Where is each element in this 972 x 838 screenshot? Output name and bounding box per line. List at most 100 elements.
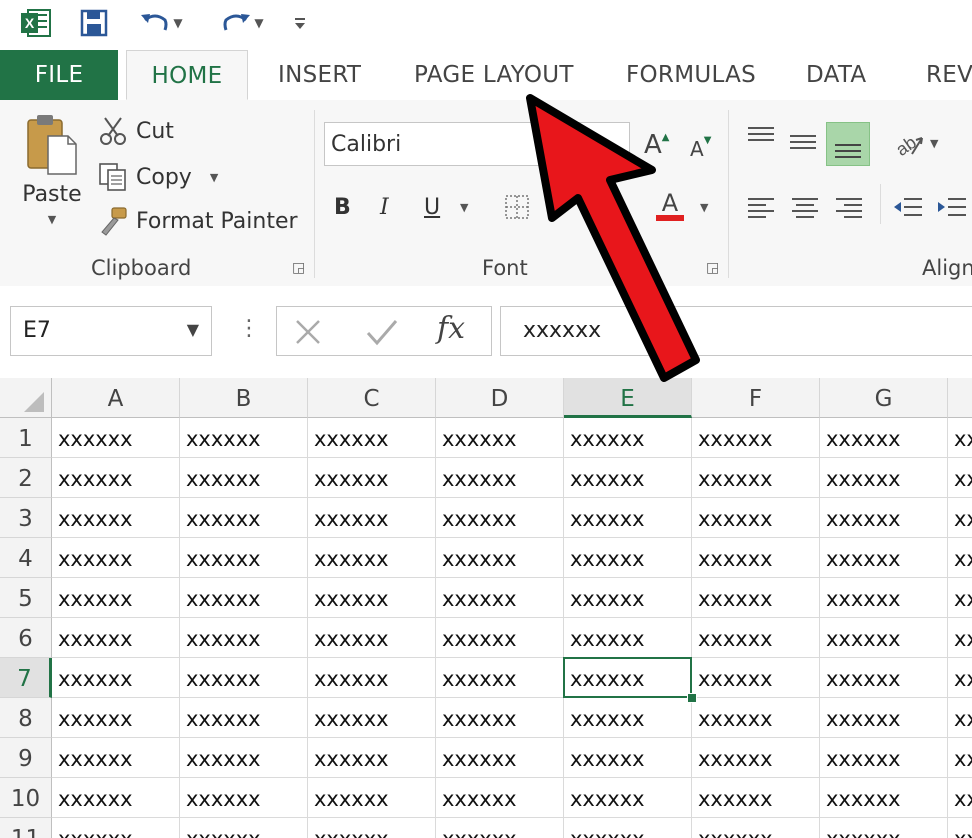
paste-button[interactable]: Paste ▼: [18, 112, 86, 242]
cell-B6[interactable]: xxxxxx: [180, 618, 308, 658]
cell-F7[interactable]: xxxxxx: [692, 658, 820, 698]
orientation-button[interactable]: ab ▼: [892, 126, 938, 160]
bold-button[interactable]: B: [334, 190, 351, 224]
cell-H10[interactable]: xx: [948, 778, 972, 818]
cell-D11[interactable]: xxxxxx: [436, 818, 564, 838]
row-header-4[interactable]: 4: [0, 538, 52, 578]
italic-button[interactable]: I: [380, 190, 389, 224]
cell-B5[interactable]: xxxxxx: [180, 578, 308, 618]
tab-insert[interactable]: INSERT: [278, 50, 361, 100]
cell-D7[interactable]: xxxxxx: [436, 658, 564, 698]
select-all-corner[interactable]: [0, 378, 52, 418]
column-header-A[interactable]: A: [52, 378, 180, 418]
cell-C6[interactable]: xxxxxx: [308, 618, 436, 658]
redo-button[interactable]: ▼: [214, 6, 270, 40]
align-right-button[interactable]: [834, 192, 864, 222]
cell-E1[interactable]: xxxxxx: [564, 418, 692, 458]
cell-A6[interactable]: xxxxxx: [52, 618, 180, 658]
row-header-3[interactable]: 3: [0, 498, 52, 538]
underline-button[interactable]: U: [424, 190, 440, 224]
cell-G8[interactable]: xxxxxx: [820, 698, 948, 738]
cell-B8[interactable]: xxxxxx: [180, 698, 308, 738]
chevron-down-icon[interactable]: ▼: [187, 320, 199, 339]
cell-D3[interactable]: xxxxxx: [436, 498, 564, 538]
cell-A3[interactable]: xxxxxx: [52, 498, 180, 538]
cell-D2[interactable]: xxxxxx: [436, 458, 564, 498]
dialog-launcher-icon[interactable]: ◲: [706, 260, 719, 276]
cell-E7[interactable]: xxxxxx: [564, 658, 692, 698]
cell-F6[interactable]: xxxxxx: [692, 618, 820, 658]
cell-C9[interactable]: xxxxxx: [308, 738, 436, 778]
fill-color-button[interactable]: [604, 192, 624, 222]
tab-file[interactable]: FILE: [0, 50, 118, 100]
cell-H2[interactable]: xx: [948, 458, 972, 498]
cell-E8[interactable]: xxxxxx: [564, 698, 692, 738]
row-header-2[interactable]: 2: [0, 458, 52, 498]
cell-B7[interactable]: xxxxxx: [180, 658, 308, 698]
cell-F5[interactable]: xxxxxx: [692, 578, 820, 618]
align-left-button[interactable]: [746, 192, 776, 222]
font-color-button[interactable]: A: [656, 186, 684, 226]
cell-G11[interactable]: xxxxxx: [820, 818, 948, 838]
row-header-11[interactable]: 11: [0, 818, 52, 838]
cell-C5[interactable]: xxxxxx: [308, 578, 436, 618]
cell-B2[interactable]: xxxxxx: [180, 458, 308, 498]
cell-A2[interactable]: xxxxxx: [52, 458, 180, 498]
font-name-dropdown[interactable]: Calibri: [324, 122, 630, 166]
decrease-indent-button[interactable]: [892, 192, 924, 222]
chevron-down-icon[interactable]: ▼: [700, 194, 708, 220]
align-center-button[interactable]: [790, 192, 820, 222]
cell-F8[interactable]: xxxxxx: [692, 698, 820, 738]
cell-C2[interactable]: xxxxxx: [308, 458, 436, 498]
cell-E4[interactable]: xxxxxx: [564, 538, 692, 578]
cell-E6[interactable]: xxxxxx: [564, 618, 692, 658]
cell-A4[interactable]: xxxxxx: [52, 538, 180, 578]
cell-G3[interactable]: xxxxxx: [820, 498, 948, 538]
enter-check-icon[interactable]: [365, 317, 399, 347]
column-header-F[interactable]: F: [692, 378, 820, 418]
cell-F4[interactable]: xxxxxx: [692, 538, 820, 578]
tab-formulas[interactable]: FORMULAS: [626, 50, 756, 100]
cell-D4[interactable]: xxxxxx: [436, 538, 564, 578]
increase-indent-button[interactable]: [936, 192, 968, 222]
cell-A10[interactable]: xxxxxx: [52, 778, 180, 818]
cell-E10[interactable]: xxxxxx: [564, 778, 692, 818]
cell-A8[interactable]: xxxxxx: [52, 698, 180, 738]
cell-H11[interactable]: xx: [948, 818, 972, 838]
cell-D5[interactable]: xxxxxx: [436, 578, 564, 618]
column-header-D[interactable]: D: [436, 378, 564, 418]
fill-handle[interactable]: [687, 693, 697, 703]
column-header-G[interactable]: G: [820, 378, 948, 418]
cell-E9[interactable]: xxxxxx: [564, 738, 692, 778]
cell-B1[interactable]: xxxxxx: [180, 418, 308, 458]
cell-A9[interactable]: xxxxxx: [52, 738, 180, 778]
insert-function-button[interactable]: fx: [437, 311, 465, 346]
customize-qat-button[interactable]: [288, 6, 312, 40]
cell-H7[interactable]: xx: [948, 658, 972, 698]
cell-A5[interactable]: xxxxxx: [52, 578, 180, 618]
tab-data[interactable]: DATA: [806, 50, 866, 100]
cell-C10[interactable]: xxxxxx: [308, 778, 436, 818]
cell-F9[interactable]: xxxxxx: [692, 738, 820, 778]
cell-D10[interactable]: xxxxxx: [436, 778, 564, 818]
cell-A1[interactable]: xxxxxx: [52, 418, 180, 458]
row-header-1[interactable]: 1: [0, 418, 52, 458]
cell-F10[interactable]: xxxxxx: [692, 778, 820, 818]
row-header-5[interactable]: 5: [0, 578, 52, 618]
tab-page-layout[interactable]: PAGE LAYOUT: [414, 50, 574, 100]
tab-review[interactable]: REVI: [926, 50, 972, 100]
cell-B3[interactable]: xxxxxx: [180, 498, 308, 538]
name-box[interactable]: E7 ▼: [10, 306, 212, 356]
cell-D1[interactable]: xxxxxx: [436, 418, 564, 458]
cell-G2[interactable]: xxxxxx: [820, 458, 948, 498]
format-painter-button[interactable]: Format Painter: [98, 204, 298, 238]
cell-H6[interactable]: xx: [948, 618, 972, 658]
cell-G10[interactable]: xxxxxx: [820, 778, 948, 818]
top-align-button[interactable]: [746, 122, 776, 152]
cell-A7[interactable]: xxxxxx: [52, 658, 180, 698]
cell-H8[interactable]: xx: [948, 698, 972, 738]
tab-home[interactable]: HOME: [126, 50, 248, 100]
copy-button[interactable]: Copy ▼: [98, 160, 218, 194]
cell-H9[interactable]: xx: [948, 738, 972, 778]
cell-D6[interactable]: xxxxxx: [436, 618, 564, 658]
